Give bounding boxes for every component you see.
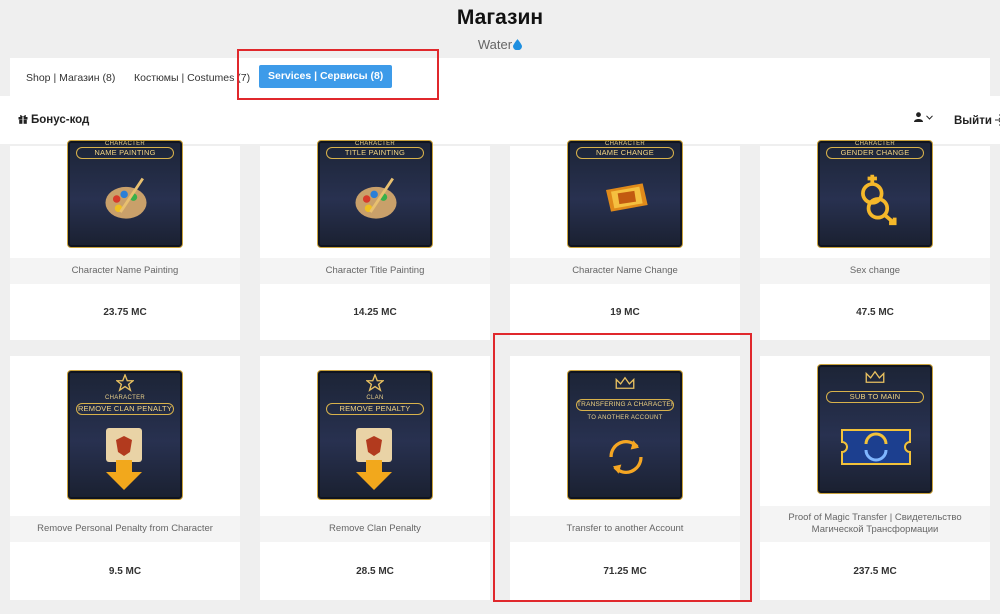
service-art: CHARACTER REMOVE CLAN PENALTY bbox=[67, 370, 183, 500]
card-title: Proof of Magic Transfer | Свидетельство … bbox=[760, 506, 990, 542]
user-menu[interactable] bbox=[914, 112, 933, 124]
logout-label: Выйти bbox=[954, 115, 992, 127]
bonus-code-button[interactable]: Бонус-код bbox=[18, 114, 89, 126]
user-toolbar: Бонус-код Выйти bbox=[0, 96, 1000, 144]
card-title: Character Title Painting bbox=[260, 258, 490, 284]
service-art: CHARACTER TITLE PAINTING bbox=[317, 140, 433, 248]
scroll-arrow-icon bbox=[106, 428, 142, 490]
tab-costumes[interactable]: Костюмы | Costumes (7) bbox=[134, 67, 250, 89]
crown-icon bbox=[865, 370, 885, 383]
service-card[interactable]: SUB TO MAIN Proof of Magic Transfer | Св… bbox=[760, 356, 990, 600]
art-banner: GENDER CHANGE bbox=[826, 147, 924, 159]
art-banner: REMOVE PENALTY bbox=[326, 403, 424, 415]
art-banner: REMOVE CLAN PENALTY bbox=[76, 403, 174, 415]
card-price: 28.5 MC bbox=[356, 566, 394, 577]
service-card[interactable]: CHARACTER NAME PAINTING Character Name P… bbox=[10, 140, 240, 340]
art-banner: SUB TO MAIN bbox=[826, 391, 924, 403]
art-banner: NAME PAINTING bbox=[76, 147, 174, 159]
scroll-ribbon-icon bbox=[606, 183, 648, 212]
card-price: 237.5 MC bbox=[853, 566, 897, 577]
service-card[interactable]: CHARACTER GENDER CHANGE Sex change 47.5 … bbox=[760, 140, 990, 340]
tab-highlight-box bbox=[237, 49, 439, 100]
service-art: CHARACTER NAME CHANGE bbox=[567, 140, 683, 248]
card-price: 9.5 MC bbox=[108, 566, 142, 577]
ticket-icon bbox=[841, 429, 911, 465]
logout-button[interactable]: Выйти bbox=[954, 114, 1000, 127]
gender-icon bbox=[861, 174, 897, 226]
card-price: 23.75 MC bbox=[103, 307, 147, 318]
service-card[interactable]: CHARACTER TITLE PAINTING Character Title… bbox=[260, 140, 490, 340]
logout-icon bbox=[995, 114, 1000, 126]
card-image: SUB TO MAIN bbox=[760, 356, 990, 506]
card-image: CHARACTER NAME PAINTING bbox=[10, 140, 240, 258]
category-tabs: Shop | Магазин (8) Костюмы | Costumes (7… bbox=[10, 58, 990, 96]
service-card[interactable]: CHARACTER NAME CHANGE Character Name Cha… bbox=[510, 140, 740, 340]
service-art: SUB TO MAIN bbox=[817, 364, 933, 494]
bonus-code-label: Бонус-код bbox=[31, 114, 90, 126]
card-title: Remove Personal Penalty from Character bbox=[10, 516, 240, 542]
star-icon bbox=[116, 374, 134, 392]
card-image: CHARACTER GENDER CHANGE bbox=[760, 140, 990, 258]
scroll-arrow-icon bbox=[356, 428, 392, 490]
gift-icon bbox=[18, 115, 28, 124]
server-name: Water bbox=[0, 37, 1000, 52]
service-art: CLAN REMOVE PENALTY bbox=[317, 370, 433, 500]
user-icon bbox=[914, 112, 923, 122]
art-caption: CHARACTER bbox=[104, 395, 146, 401]
server-label: Water bbox=[477, 37, 513, 52]
card-price: 47.5 MC bbox=[856, 307, 894, 318]
card-title: Character Name Change bbox=[510, 258, 740, 284]
water-drop-icon bbox=[513, 39, 523, 50]
art-banner: NAME CHANGE bbox=[576, 147, 674, 159]
service-art: CHARACTER NAME PAINTING bbox=[67, 140, 183, 248]
art-caption: CLAN bbox=[366, 395, 384, 401]
art-banner: TITLE PAINTING bbox=[326, 147, 424, 159]
palette-icon bbox=[105, 177, 147, 219]
service-art: CHARACTER GENDER CHANGE bbox=[817, 140, 933, 248]
card-title: Remove Clan Penalty bbox=[260, 516, 490, 542]
card-image: CHARACTER NAME CHANGE bbox=[510, 140, 740, 258]
card-image: CHARACTER TITLE PAINTING bbox=[260, 140, 490, 258]
page-title: Магазин bbox=[456, 6, 544, 29]
card-highlight-box bbox=[493, 333, 752, 602]
card-image: CLAN REMOVE PENALTY bbox=[260, 356, 490, 516]
tab-shop[interactable]: Shop | Магазин (8) bbox=[26, 67, 115, 89]
card-image: CHARACTER REMOVE CLAN PENALTY bbox=[10, 356, 240, 516]
palette-icon bbox=[355, 177, 397, 219]
card-price: 19 MC bbox=[610, 307, 640, 318]
service-card[interactable]: CLAN REMOVE PENALTY Remove Clan Penalty … bbox=[260, 356, 490, 600]
card-title: Character Name Painting bbox=[10, 258, 240, 284]
card-price: 14.25 MC bbox=[353, 307, 397, 318]
service-card[interactable]: CHARACTER REMOVE CLAN PENALTY Remove Per… bbox=[10, 356, 240, 600]
chevron-down-icon bbox=[925, 115, 933, 120]
star-icon bbox=[366, 374, 384, 392]
card-title: Sex change bbox=[760, 258, 990, 284]
